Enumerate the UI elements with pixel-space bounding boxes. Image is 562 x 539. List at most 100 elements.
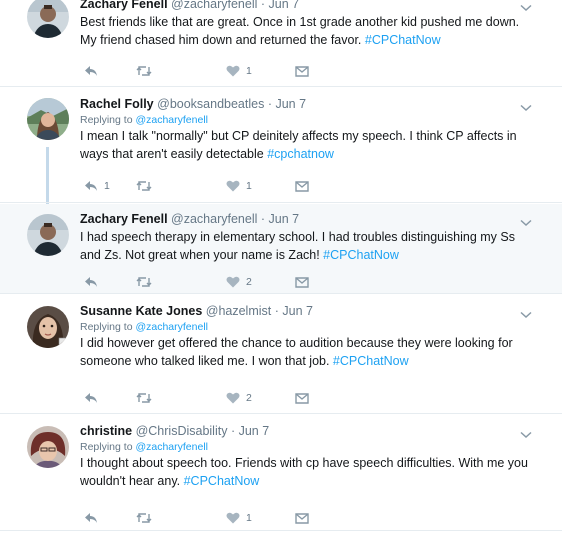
tweet-header: Zachary Fenell @zacharyfenell · Jun 7: [80, 0, 528, 12]
user-handle[interactable]: @ChrisDisability: [136, 424, 228, 438]
tweet-3[interactable]: Susanne Kate Jones @hazelmist · Jun 7 Re…: [0, 295, 562, 414]
like-button[interactable]: 1: [226, 179, 252, 193]
retweet-icon: [136, 277, 152, 287]
like-count: 2: [246, 276, 252, 288]
heart-icon: [226, 276, 240, 288]
avatar[interactable]: [27, 426, 69, 468]
display-name[interactable]: Susanne Kate Jones: [80, 304, 202, 318]
replying-to-link[interactable]: @zacharyfenell: [135, 441, 208, 453]
like-button[interactable]: 1: [226, 64, 252, 78]
tweet-body: Zachary Fenell @zacharyfenell · Jun 7 I …: [80, 212, 528, 264]
avatar-photo-zachary: [27, 0, 69, 38]
tweet-body: christine @ChrisDisability · Jun 7 Reply…: [80, 424, 528, 490]
action-bar: 1 1: [80, 179, 340, 193]
like-count: 1: [246, 180, 252, 192]
avatar[interactable]: [27, 98, 69, 140]
replying-to-label: Replying to: [80, 321, 136, 333]
replying-to-label: Replying to: [80, 114, 136, 126]
tweet-text-body: I did however get offered the chance to …: [80, 336, 513, 368]
tweet-date[interactable]: Jun 7: [275, 97, 306, 111]
reply-icon: [85, 181, 97, 191]
chevron-down-icon[interactable]: [520, 4, 532, 12]
user-handle[interactable]: @zacharyfenell: [171, 0, 257, 11]
tweet-4[interactable]: christine @ChrisDisability · Jun 7 Reply…: [0, 415, 562, 531]
direct-message-button[interactable]: [295, 391, 309, 405]
direct-message-button[interactable]: [295, 179, 309, 193]
chevron-down-icon[interactable]: [520, 431, 532, 439]
retweet-button[interactable]: [136, 179, 158, 193]
tweet-date[interactable]: Jun 7: [239, 424, 270, 438]
user-handle[interactable]: @booksandbeatles: [157, 97, 264, 111]
tweet-text: Best friends like that are great. Once i…: [80, 13, 528, 49]
retweet-icon: [136, 181, 152, 191]
direct-message-button[interactable]: [295, 275, 309, 289]
avatar-photo-christine: [27, 426, 69, 468]
tweet-header: christine @ChrisDisability · Jun 7: [80, 424, 528, 439]
tweet-header: Rachel Folly @booksandbeatles · Jun 7: [80, 97, 528, 112]
hashtag-link[interactable]: #CPChatNow: [365, 33, 441, 47]
replying-to-label: Replying to: [80, 441, 136, 453]
chevron-down-icon[interactable]: [520, 311, 532, 319]
reply-icon: [85, 66, 97, 76]
display-name[interactable]: Zachary Fenell: [80, 0, 168, 11]
avatar[interactable]: [27, 306, 69, 348]
tweet-text-body: I had speech therapy in elementary schoo…: [80, 230, 515, 262]
direct-message-icon: [295, 513, 309, 524]
direct-message-icon: [295, 277, 309, 288]
retweet-button[interactable]: [136, 391, 158, 405]
tweet-1[interactable]: Rachel Folly @booksandbeatles · Jun 7 Re…: [0, 88, 562, 203]
display-name[interactable]: christine: [80, 424, 132, 438]
display-name[interactable]: Rachel Folly: [80, 97, 154, 111]
separator-dot: ·: [260, 212, 266, 226]
retweet-button[interactable]: [136, 64, 158, 78]
direct-message-icon: [295, 181, 309, 192]
tweet-text: I mean I talk "normally" but CP deinitel…: [80, 127, 528, 163]
hashtag-link[interactable]: #cpchatnow: [267, 147, 334, 161]
direct-message-button[interactable]: [295, 511, 309, 525]
avatar[interactable]: [27, 0, 69, 38]
reply-button[interactable]: [84, 511, 104, 525]
reply-button[interactable]: [84, 64, 104, 78]
avatar-photo-susanne: [27, 306, 69, 348]
retweet-icon: [136, 393, 152, 403]
chevron-down-icon[interactable]: [520, 104, 532, 112]
action-bar: 2: [80, 391, 340, 405]
heart-icon: [226, 512, 240, 524]
separator-dot: ·: [230, 424, 236, 438]
retweet-icon: [136, 66, 152, 76]
tweet-body: Zachary Fenell @zacharyfenell · Jun 7 Be…: [80, 0, 528, 49]
separator-dot: ·: [260, 0, 266, 11]
chevron-down-icon[interactable]: [520, 219, 532, 227]
like-button[interactable]: 2: [226, 391, 252, 405]
hashtag-link[interactable]: #CPChatNow: [323, 248, 399, 262]
replying-to-link[interactable]: @zacharyfenell: [135, 321, 208, 333]
display-name[interactable]: Zachary Fenell: [80, 212, 168, 226]
tweet-body: Susanne Kate Jones @hazelmist · Jun 7 Re…: [80, 304, 528, 370]
like-count: 1: [246, 65, 252, 77]
like-button[interactable]: 1: [226, 511, 252, 525]
hashtag-link[interactable]: #CPChatNow: [333, 354, 409, 368]
tweet-date[interactable]: Jun 7: [282, 304, 313, 318]
direct-message-icon: [295, 66, 309, 77]
direct-message-button[interactable]: [295, 64, 309, 78]
tweet-0[interactable]: Zachary Fenell @zacharyfenell · Jun 7 Be…: [0, 0, 562, 87]
replying-to-line: Replying to @zacharyfenell: [80, 113, 528, 127]
user-handle[interactable]: @zacharyfenell: [171, 212, 257, 226]
reply-button[interactable]: [84, 275, 104, 289]
replying-to-line: Replying to @zacharyfenell: [80, 440, 528, 454]
replying-to-link[interactable]: @zacharyfenell: [135, 114, 208, 126]
user-handle[interactable]: @hazelmist: [206, 304, 272, 318]
tweet-date[interactable]: Jun 7: [269, 212, 300, 226]
tweet-header: Zachary Fenell @zacharyfenell · Jun 7: [80, 212, 528, 227]
retweet-button[interactable]: [136, 511, 158, 525]
avatar[interactable]: [27, 214, 69, 256]
reply-button[interactable]: [84, 391, 104, 405]
replying-to-line: Replying to @zacharyfenell: [80, 320, 528, 334]
reply-button[interactable]: 1: [84, 179, 110, 193]
hashtag-link[interactable]: #CPChatNow: [184, 474, 260, 488]
tweet-date[interactable]: Jun 7: [269, 0, 300, 11]
retweet-button[interactable]: [136, 275, 158, 289]
like-button[interactable]: 2: [226, 275, 252, 289]
separator-dot: ·: [274, 304, 279, 318]
tweet-2[interactable]: Zachary Fenell @zacharyfenell · Jun 7 I …: [0, 204, 562, 294]
